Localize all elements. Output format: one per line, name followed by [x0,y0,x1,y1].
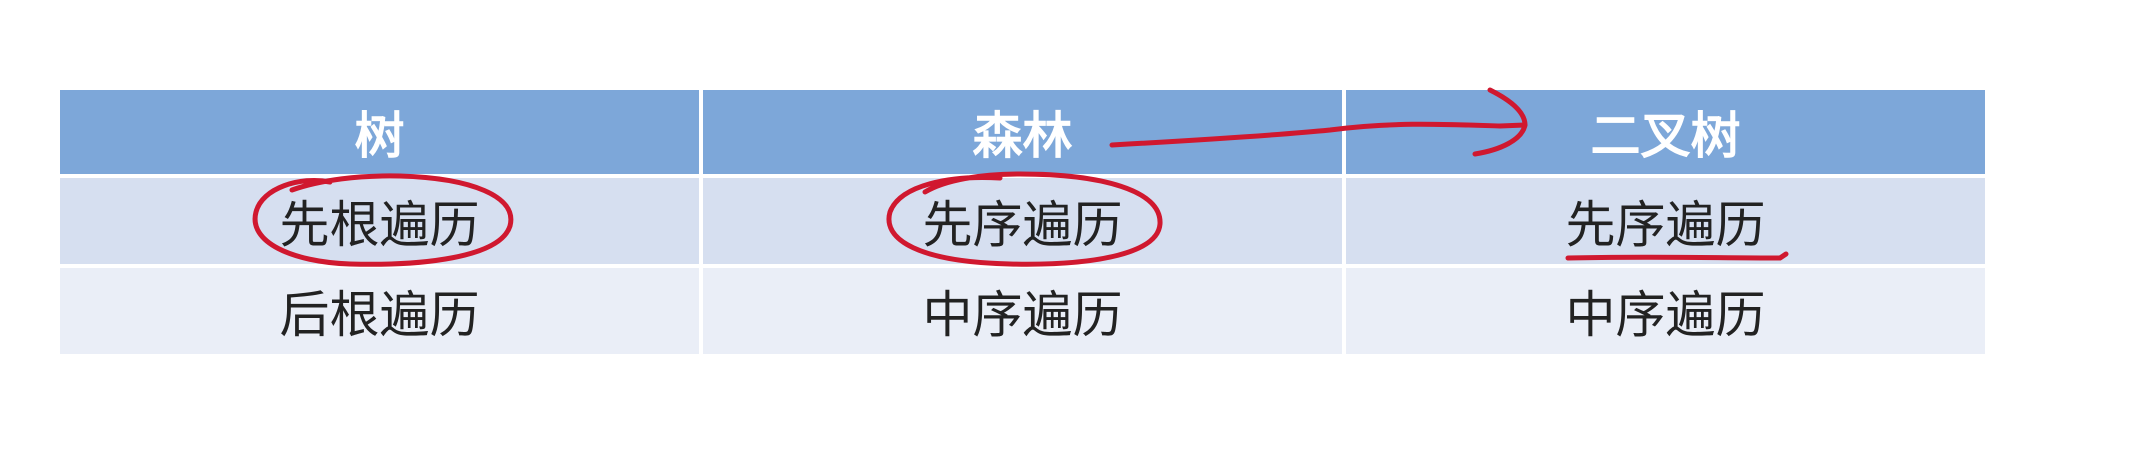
cell-forest-inorder: 中序遍历 [703,268,1342,354]
traversal-table: 树 森林 二叉树 先根遍历 先序遍历 先序遍历 后根遍历 中序遍历 中序遍历 [60,90,1985,354]
cell-binary-preorder: 先序遍历 [1346,178,1985,264]
header-forest: 森林 [703,90,1342,174]
cell-tree-preorder: 先根遍历 [60,178,699,264]
cell-forest-preorder: 先序遍历 [703,178,1342,264]
cell-binary-inorder: 中序遍历 [1346,268,1985,354]
cell-tree-postorder: 后根遍历 [60,268,699,354]
header-tree: 树 [60,90,699,174]
header-binary-tree: 二叉树 [1346,90,1985,174]
